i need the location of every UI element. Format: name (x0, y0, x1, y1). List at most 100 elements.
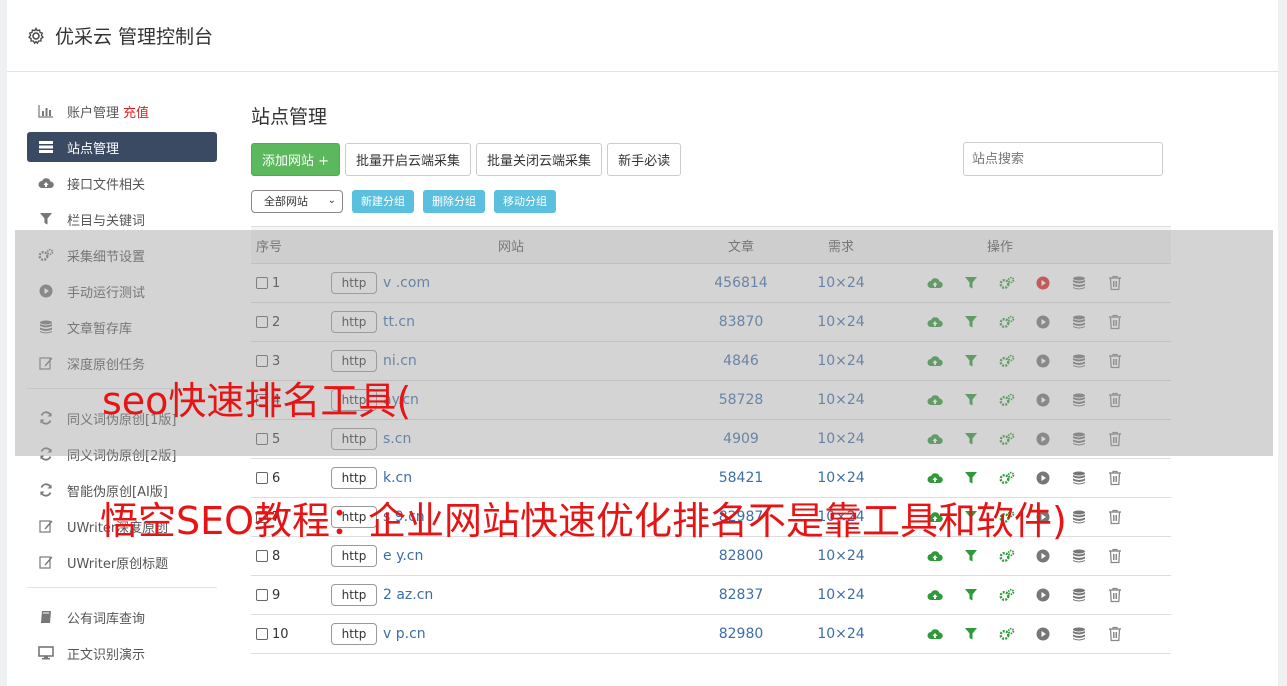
gear-icon (27, 26, 45, 45)
edit-icon (37, 554, 55, 570)
newbie-guide-button[interactable]: 新手必读 (607, 142, 682, 176)
cloud-upload-icon (37, 175, 55, 191)
row-number: 8 (272, 548, 281, 564)
demand-value[interactable]: 10×24 (791, 626, 891, 642)
move-group-button[interactable]: 移动分组 (494, 189, 556, 213)
database-icon[interactable] (1071, 548, 1087, 564)
trash-icon[interactable] (1107, 587, 1123, 603)
group-select[interactable]: 全部网站 ⌄ (251, 189, 343, 213)
cogs-icon[interactable] (999, 626, 1015, 642)
database-icon[interactable] (1071, 587, 1087, 603)
play-circle-icon[interactable] (1035, 548, 1051, 564)
cogs-icon[interactable] (999, 587, 1015, 603)
refresh-icon (37, 482, 55, 498)
toolbar: 添加网站 + 批量开启云端采集 批量关闭云端采集 新手必读 (251, 142, 1171, 176)
sidebar-item[interactable]: 站点管理 (27, 132, 217, 162)
protocol-badge[interactable]: http (331, 584, 377, 606)
site-link[interactable]: e y.cn (383, 548, 423, 564)
row-number: 10 (272, 626, 289, 642)
row-ops-cell (891, 548, 1171, 564)
sidebar-item[interactable]: 账户管理 充值 (27, 96, 217, 126)
row-ops-cell (891, 587, 1171, 603)
row-site-cell: http 2 az.cn (331, 584, 691, 606)
play-circle-icon[interactable] (1035, 626, 1051, 642)
filter-icon[interactable] (963, 548, 979, 564)
protocol-badge[interactable]: http (331, 467, 377, 489)
demand-value[interactable]: 10×24 (791, 470, 891, 486)
row-ops-cell (891, 470, 1171, 486)
sidebar-divider (27, 587, 217, 588)
protocol-badge[interactable]: http (331, 623, 377, 645)
demand-value[interactable]: 10×24 (791, 548, 891, 564)
sidebar-item-label: 公有词库查询 (67, 611, 146, 627)
sidebar-item[interactable]: 接口文件相关 (27, 168, 217, 198)
sidebar-item[interactable]: 正文识别演示 (27, 638, 217, 668)
group-controls: 全部网站 ⌄ 新建分组 删除分组 移动分组 (251, 189, 1171, 213)
sidebar-item[interactable]: 公有词库查询 (27, 602, 217, 632)
row-site-cell: http e y.cn (331, 545, 691, 567)
article-count[interactable]: 82837 (691, 587, 791, 603)
sidebar-item-label: 站点管理 (67, 141, 120, 157)
row-no-cell: 10 (251, 627, 331, 642)
batch-open-button[interactable]: 批量开启云端采集 (345, 142, 472, 176)
database-icon[interactable] (1071, 470, 1087, 486)
table-row: 9 http 2 az.cn 82837 10×24 (251, 576, 1171, 615)
row-checkbox[interactable] (256, 550, 268, 562)
batch-close-button[interactable]: 批量关闭云端采集 (476, 142, 603, 176)
filter-icon[interactable] (963, 626, 979, 642)
cloud-upload-icon[interactable] (927, 470, 943, 486)
chevron-down-icon: ⌄ (327, 194, 336, 206)
article-count[interactable]: 58421 (691, 470, 791, 486)
row-no-cell: 8 (251, 549, 331, 564)
article-count[interactable]: 82980 (691, 626, 791, 642)
sidebar-item-label: 正文识别演示 (67, 647, 146, 663)
monitor-icon (37, 645, 55, 661)
edit-icon (37, 518, 55, 534)
filter-icon (37, 211, 55, 227)
cogs-icon[interactable] (999, 470, 1015, 486)
site-link[interactable]: k.cn (383, 470, 412, 486)
row-checkbox[interactable] (256, 589, 268, 601)
play-circle-icon[interactable] (1035, 587, 1051, 603)
app-title: 优采云 管理控制台 (55, 26, 214, 48)
trash-icon[interactable] (1107, 470, 1123, 486)
filter-icon[interactable] (963, 470, 979, 486)
recharge-link[interactable]: 充值 (123, 102, 149, 121)
top-header: 优采云 管理控制台 (7, 0, 1278, 72)
main-content: 站点管理 添加网站 + 批量开启云端采集 批量关闭云端采集 新手必读 全部网站 ⌄… (251, 96, 1171, 654)
bar-chart-icon (37, 103, 55, 119)
row-site-cell: http k.cn (331, 467, 691, 489)
sidebar-item[interactable]: UWriter原创标题 (27, 547, 217, 577)
book-icon (37, 609, 55, 625)
row-no-cell: 9 (251, 588, 331, 603)
article-count[interactable]: 82800 (691, 548, 791, 564)
site-link[interactable]: 2 az.cn (383, 587, 433, 603)
add-site-button[interactable]: 添加网站 + (251, 142, 341, 176)
overlay-caption-2: 悟空SEO教程：企业网站快速优化排名不是靠工具和软件) (100, 499, 1067, 543)
filter-icon[interactable] (963, 587, 979, 603)
protocol-badge[interactable]: http (331, 545, 377, 567)
sidebar-item-label: UWriter原创标题 (67, 556, 169, 572)
row-number: 9 (272, 587, 281, 603)
trash-icon[interactable] (1107, 548, 1123, 564)
new-group-button[interactable]: 新建分组 (352, 189, 414, 213)
cogs-icon[interactable] (999, 548, 1015, 564)
row-number: 6 (272, 470, 281, 486)
database-icon[interactable] (1071, 626, 1087, 642)
database-icon[interactable] (1071, 509, 1087, 525)
site-link[interactable]: v p.cn (383, 626, 426, 642)
demand-value[interactable]: 10×24 (791, 587, 891, 603)
trash-icon[interactable] (1107, 626, 1123, 642)
trash-icon[interactable] (1107, 509, 1123, 525)
cloud-upload-icon[interactable] (927, 587, 943, 603)
row-checkbox[interactable] (256, 472, 268, 484)
play-circle-icon[interactable] (1035, 470, 1051, 486)
delete-group-button[interactable]: 删除分组 (423, 189, 485, 213)
row-checkbox[interactable] (256, 628, 268, 640)
cloud-upload-icon[interactable] (927, 626, 943, 642)
sidebar-item-label: 栏目与关键词 (67, 213, 146, 229)
page-title: 站点管理 (251, 106, 328, 128)
site-search-input[interactable] (963, 142, 1163, 176)
row-no-cell: 6 (251, 471, 331, 486)
cloud-upload-icon[interactable] (927, 548, 943, 564)
